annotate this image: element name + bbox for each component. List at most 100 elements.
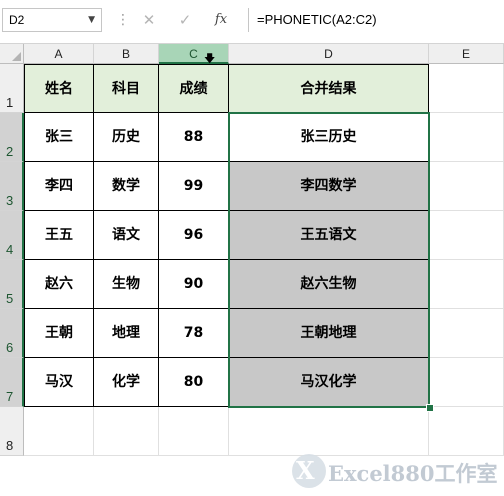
result-cell[interactable]: 张三历史	[229, 113, 429, 162]
column-header-a[interactable]: A	[24, 44, 94, 64]
column-header-b[interactable]: B	[94, 44, 159, 64]
table-header-cell[interactable]: 成绩	[159, 64, 229, 113]
empty-cell[interactable]	[24, 407, 94, 456]
column-header-e[interactable]: E	[429, 44, 504, 64]
table-cell[interactable]: 张三	[24, 113, 94, 162]
table-cell[interactable]: 化学	[94, 358, 159, 407]
result-cell[interactable]: 王朝地理	[229, 309, 429, 358]
result-cell[interactable]: 马汉化学	[229, 358, 429, 407]
cell-text: 合并结果	[300, 81, 357, 97]
formula-input[interactable]: =PHONETIC(A2:C2)	[248, 8, 504, 32]
cell-text: 张三	[45, 129, 73, 145]
cell-text: 王朝地理	[300, 325, 357, 341]
empty-cell[interactable]	[429, 211, 504, 260]
table-cell[interactable]: 赵六	[24, 260, 94, 309]
cell-text: 88	[183, 129, 204, 145]
close-icon[interactable]: ✕	[138, 9, 160, 31]
table-cell[interactable]: 李四	[24, 162, 94, 211]
table-cell[interactable]: 马汉	[24, 358, 94, 407]
cell-text: 王五	[45, 227, 73, 243]
table-cell[interactable]: 地理	[94, 309, 159, 358]
table-cell[interactable]: 生物	[94, 260, 159, 309]
cell-text: 马汉	[45, 374, 73, 390]
cell-text: 姓名	[45, 81, 73, 97]
fill-handle[interactable]	[426, 404, 434, 412]
result-cell[interactable]: 赵六生物	[229, 260, 429, 309]
empty-cell[interactable]	[429, 407, 504, 456]
spreadsheet-grid: A B C D E 1 2 3 4 5 6 7 8 姓名 科目 成绩 合并结果 张三 历史…	[0, 44, 504, 496]
table-cell[interactable]: 90	[159, 260, 229, 309]
table-cell[interactable]: 数学	[94, 162, 159, 211]
empty-cell[interactable]	[229, 407, 429, 456]
cell-text: 赵六	[45, 276, 73, 292]
cell-text: 李四数学	[300, 178, 357, 194]
row-header-3[interactable]: 3	[0, 162, 24, 211]
cell-text: 张三历史	[300, 129, 357, 145]
table-cell[interactable]: 99	[159, 162, 229, 211]
select-all-triangle-icon	[12, 52, 21, 61]
cell-text: 李四	[45, 178, 73, 194]
formula-bar: D2 ▼ ⋮ ✕ ✓ fx =PHONETIC(A2:C2)	[0, 0, 504, 44]
cell-text: 生物	[112, 276, 140, 292]
cell-text: 马汉化学	[300, 374, 357, 390]
empty-cell[interactable]	[159, 407, 229, 456]
cell-text: 成绩	[179, 81, 208, 97]
table-header-cell[interactable]: 姓名	[24, 64, 94, 113]
watermark-text: Excel880工作室	[328, 461, 498, 486]
result-cell[interactable]: 李四数学	[229, 162, 429, 211]
drag-handle-icon[interactable]: ⋮	[116, 12, 130, 28]
cell-text: 科目	[112, 81, 140, 97]
table-cell[interactable]: 王五	[24, 211, 94, 260]
cell-text: 语文	[112, 227, 140, 243]
cell-text: 99	[183, 178, 204, 194]
row-header-2[interactable]: 2	[0, 113, 24, 162]
watermark: X Excel880工作室	[292, 452, 504, 496]
table-cell[interactable]: 78	[159, 309, 229, 358]
table-cell[interactable]: 96	[159, 211, 229, 260]
row-header-1[interactable]: 1	[0, 64, 24, 113]
cell-text: 96	[183, 227, 204, 243]
empty-cell[interactable]	[94, 407, 159, 456]
cell-text: 80	[183, 374, 204, 390]
empty-cell[interactable]	[429, 64, 504, 113]
cell-text: 数学	[112, 178, 140, 194]
table-cell[interactable]: 80	[159, 358, 229, 407]
cell-text: 王五语文	[300, 227, 357, 243]
empty-cell[interactable]	[429, 162, 504, 211]
name-box-value: D2	[9, 13, 25, 27]
table-cell[interactable]: 语文	[94, 211, 159, 260]
table-cell[interactable]: 历史	[94, 113, 159, 162]
empty-cell[interactable]	[429, 309, 504, 358]
insert-function-icon[interactable]: fx	[210, 9, 232, 31]
row-header-8[interactable]: 8	[0, 407, 24, 456]
row-header-4[interactable]: 4	[0, 211, 24, 260]
name-box[interactable]: D2 ▼	[2, 8, 102, 32]
cell-text: 地理	[112, 325, 140, 341]
cell-text: 赵六生物	[300, 276, 357, 292]
table-cell[interactable]: 王朝	[24, 309, 94, 358]
column-header-c-label: C	[189, 47, 198, 61]
empty-cell[interactable]	[429, 113, 504, 162]
empty-cell[interactable]	[429, 260, 504, 309]
table-header-cell[interactable]: 科目	[94, 64, 159, 113]
empty-cell[interactable]	[429, 358, 504, 407]
chevron-down-icon[interactable]: ▼	[88, 15, 95, 25]
result-cell[interactable]: 王五语文	[229, 211, 429, 260]
cell-text: 化学	[112, 374, 140, 390]
cell-text: 78	[183, 325, 204, 341]
table-cell[interactable]: 88	[159, 113, 229, 162]
cell-text: 历史	[112, 129, 140, 145]
table-header-cell[interactable]: 合并结果	[229, 64, 429, 113]
cell-text: 90	[183, 276, 204, 292]
select-all-button[interactable]	[0, 44, 24, 64]
check-icon[interactable]: ✓	[174, 9, 196, 31]
column-header-c[interactable]: C	[159, 44, 229, 64]
column-select-cursor-icon: 🡇	[204, 52, 216, 65]
column-header-d[interactable]: D	[229, 44, 429, 64]
cell-text: 王朝	[45, 325, 73, 341]
row-header-6[interactable]: 6	[0, 309, 24, 358]
watermark-logo: X	[292, 454, 326, 488]
row-header-5[interactable]: 5	[0, 260, 24, 309]
formula-text: =PHONETIC(A2:C2)	[257, 12, 377, 27]
row-header-7[interactable]: 7	[0, 358, 24, 407]
